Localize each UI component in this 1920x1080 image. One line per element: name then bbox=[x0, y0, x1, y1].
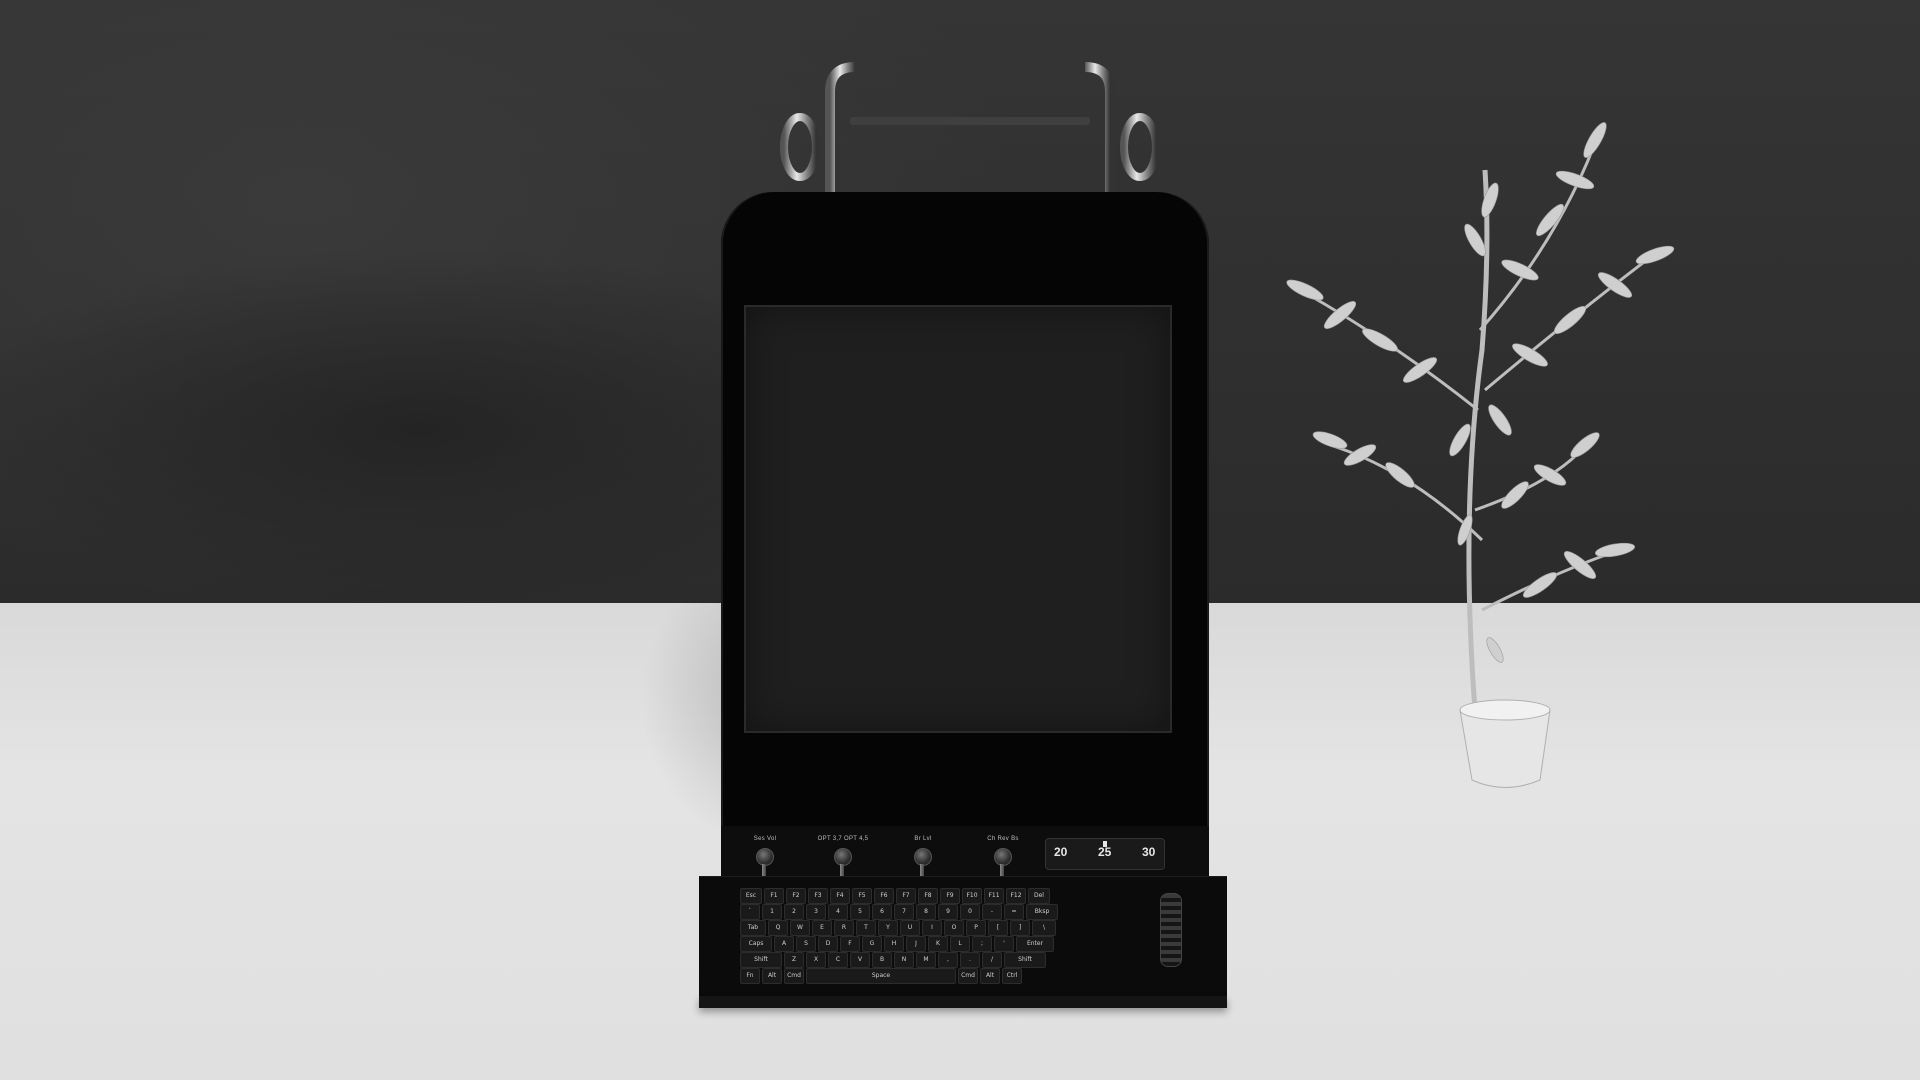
key[interactable]: U bbox=[900, 920, 920, 936]
keyboard-row: ` 1 2 3 4 5 6 7 8 9 0- = Bksp bbox=[740, 904, 1058, 920]
key[interactable]: Shift bbox=[1004, 952, 1046, 968]
key[interactable]: Enter bbox=[1016, 936, 1054, 952]
key[interactable]: F6 bbox=[874, 888, 894, 904]
key[interactable]: Y bbox=[878, 920, 898, 936]
knob-channel[interactable]: Ch Rev Bs bbox=[968, 836, 1038, 880]
key[interactable]: F11 bbox=[984, 888, 1004, 904]
key[interactable]: I bbox=[922, 920, 942, 936]
key[interactable]: J bbox=[906, 936, 926, 952]
key[interactable]: H bbox=[884, 936, 904, 952]
key[interactable]: F1 bbox=[764, 888, 784, 904]
key[interactable]: T bbox=[856, 920, 876, 936]
keyboard-row: Tab Q W E R T Y U I O P[] \ bbox=[740, 920, 1056, 936]
key[interactable]: 5 bbox=[850, 904, 870, 920]
knob-label: Br Lvl bbox=[914, 836, 932, 842]
key[interactable]: O bbox=[944, 920, 964, 936]
dial-value-center: 25 bbox=[1098, 845, 1112, 859]
key[interactable]: P bbox=[966, 920, 986, 936]
key[interactable]: Fn bbox=[740, 968, 760, 984]
key[interactable]: L bbox=[950, 936, 970, 952]
key[interactable]: F10 bbox=[962, 888, 982, 904]
knob-brightness[interactable]: Br Lvl bbox=[888, 836, 958, 880]
key[interactable]: Ctrl bbox=[1002, 968, 1022, 984]
key[interactable]: Tab bbox=[740, 920, 766, 936]
keyboard-row: Caps A S D F G H J K L; ' Enter bbox=[740, 936, 1054, 952]
knob-label: Ses Vol bbox=[753, 836, 777, 842]
key[interactable]: ] bbox=[1010, 920, 1030, 936]
key[interactable]: 4 bbox=[828, 904, 848, 920]
knob-label: OPT 3,7 OPT 4,5 bbox=[817, 836, 869, 842]
dial-value-right: 30 bbox=[1142, 845, 1156, 859]
key[interactable]: Esc bbox=[740, 888, 762, 904]
key[interactable]: Z bbox=[784, 952, 804, 968]
key[interactable]: F2 bbox=[786, 888, 806, 904]
knob-options[interactable]: OPT 3,7 OPT 4,5 bbox=[808, 836, 878, 880]
key[interactable]: Alt bbox=[762, 968, 782, 984]
key[interactable]: R bbox=[834, 920, 854, 936]
key[interactable]: B bbox=[872, 952, 892, 968]
plant-icon bbox=[1260, 110, 1740, 800]
key[interactable]: M bbox=[916, 952, 936, 968]
key[interactable]: ; bbox=[972, 936, 992, 952]
key[interactable]: E bbox=[812, 920, 832, 936]
key[interactable]: K bbox=[928, 936, 948, 952]
key[interactable]: . bbox=[960, 952, 980, 968]
key[interactable]: 6 bbox=[872, 904, 892, 920]
key[interactable]: 0 bbox=[960, 904, 980, 920]
key[interactable]: 1 bbox=[762, 904, 782, 920]
key[interactable]: N bbox=[894, 952, 914, 968]
tuning-dial[interactable]: 20 25 30 bbox=[1045, 838, 1165, 870]
knob-label: Ch Rev Bs bbox=[987, 836, 1019, 842]
display-screen[interactable] bbox=[744, 305, 1172, 733]
key[interactable]: D bbox=[818, 936, 838, 952]
key[interactable]: F3 bbox=[808, 888, 828, 904]
knob-volume[interactable]: Ses Vol bbox=[730, 836, 800, 880]
key[interactable]: F12 bbox=[1006, 888, 1026, 904]
key[interactable]: G bbox=[862, 936, 882, 952]
keyboard-row: Shift Z X C V B N M,. / Shift bbox=[740, 952, 1046, 968]
scene: Ses Vol OPT 3,7 OPT 4,5 Br Lvl Ch Rev Bs… bbox=[0, 0, 1920, 1080]
key[interactable]: W bbox=[790, 920, 810, 936]
key[interactable]: Cmd bbox=[784, 968, 804, 984]
key[interactable]: [ bbox=[988, 920, 1008, 936]
key[interactable]: Bksp bbox=[1026, 904, 1058, 920]
key[interactable]: F5 bbox=[852, 888, 872, 904]
key[interactable]: F bbox=[840, 936, 860, 952]
key[interactable]: ` bbox=[740, 904, 760, 920]
key[interactable]: S bbox=[796, 936, 816, 952]
key[interactable]: X bbox=[806, 952, 826, 968]
key[interactable]: C bbox=[828, 952, 848, 968]
key[interactable]: F4 bbox=[830, 888, 850, 904]
key[interactable]: Del bbox=[1028, 888, 1050, 904]
key[interactable]: / bbox=[982, 952, 1002, 968]
key[interactable]: F7 bbox=[896, 888, 916, 904]
key[interactable]: V bbox=[850, 952, 870, 968]
key[interactable]: A bbox=[774, 936, 794, 952]
keyboard: Esc F1 F2 F3 F4 F5 F6 F7 F8 F9 F10 F11 F12 Del ` 1 2 3 4 5 6… bbox=[740, 888, 1118, 984]
key[interactable]: F8 bbox=[918, 888, 938, 904]
key[interactable]: Shift bbox=[740, 952, 782, 968]
key[interactable]: 2 bbox=[784, 904, 804, 920]
key[interactable]: 9 bbox=[938, 904, 958, 920]
key[interactable]: Space bbox=[806, 968, 956, 984]
key[interactable]: Caps bbox=[740, 936, 772, 952]
keyboard-base-edge bbox=[699, 996, 1227, 1008]
key[interactable]: 8 bbox=[916, 904, 936, 920]
dial-value-left: 20 bbox=[1054, 845, 1068, 859]
key[interactable]: 3 bbox=[806, 904, 826, 920]
key[interactable]: , bbox=[938, 952, 958, 968]
key[interactable]: Cmd bbox=[958, 968, 978, 984]
key[interactable]: F9 bbox=[940, 888, 960, 904]
key[interactable]: = bbox=[1004, 904, 1024, 920]
keyboard-row: Fn Alt Cmd Space Cmd Alt Ctrl bbox=[740, 968, 1022, 984]
key[interactable]: Q bbox=[768, 920, 788, 936]
key[interactable]: - bbox=[982, 904, 1002, 920]
keyboard-row: Esc F1 F2 F3 F4 F5 F6 F7 F8 F9 F10 F11 F12 Del bbox=[740, 888, 1050, 904]
handle-icon bbox=[760, 62, 1180, 212]
key[interactable]: Alt bbox=[980, 968, 1000, 984]
key[interactable]: ' bbox=[994, 936, 1014, 952]
scroll-wheel-icon[interactable] bbox=[1160, 893, 1182, 967]
key[interactable]: 7 bbox=[894, 904, 914, 920]
key[interactable]: \ bbox=[1032, 920, 1056, 936]
